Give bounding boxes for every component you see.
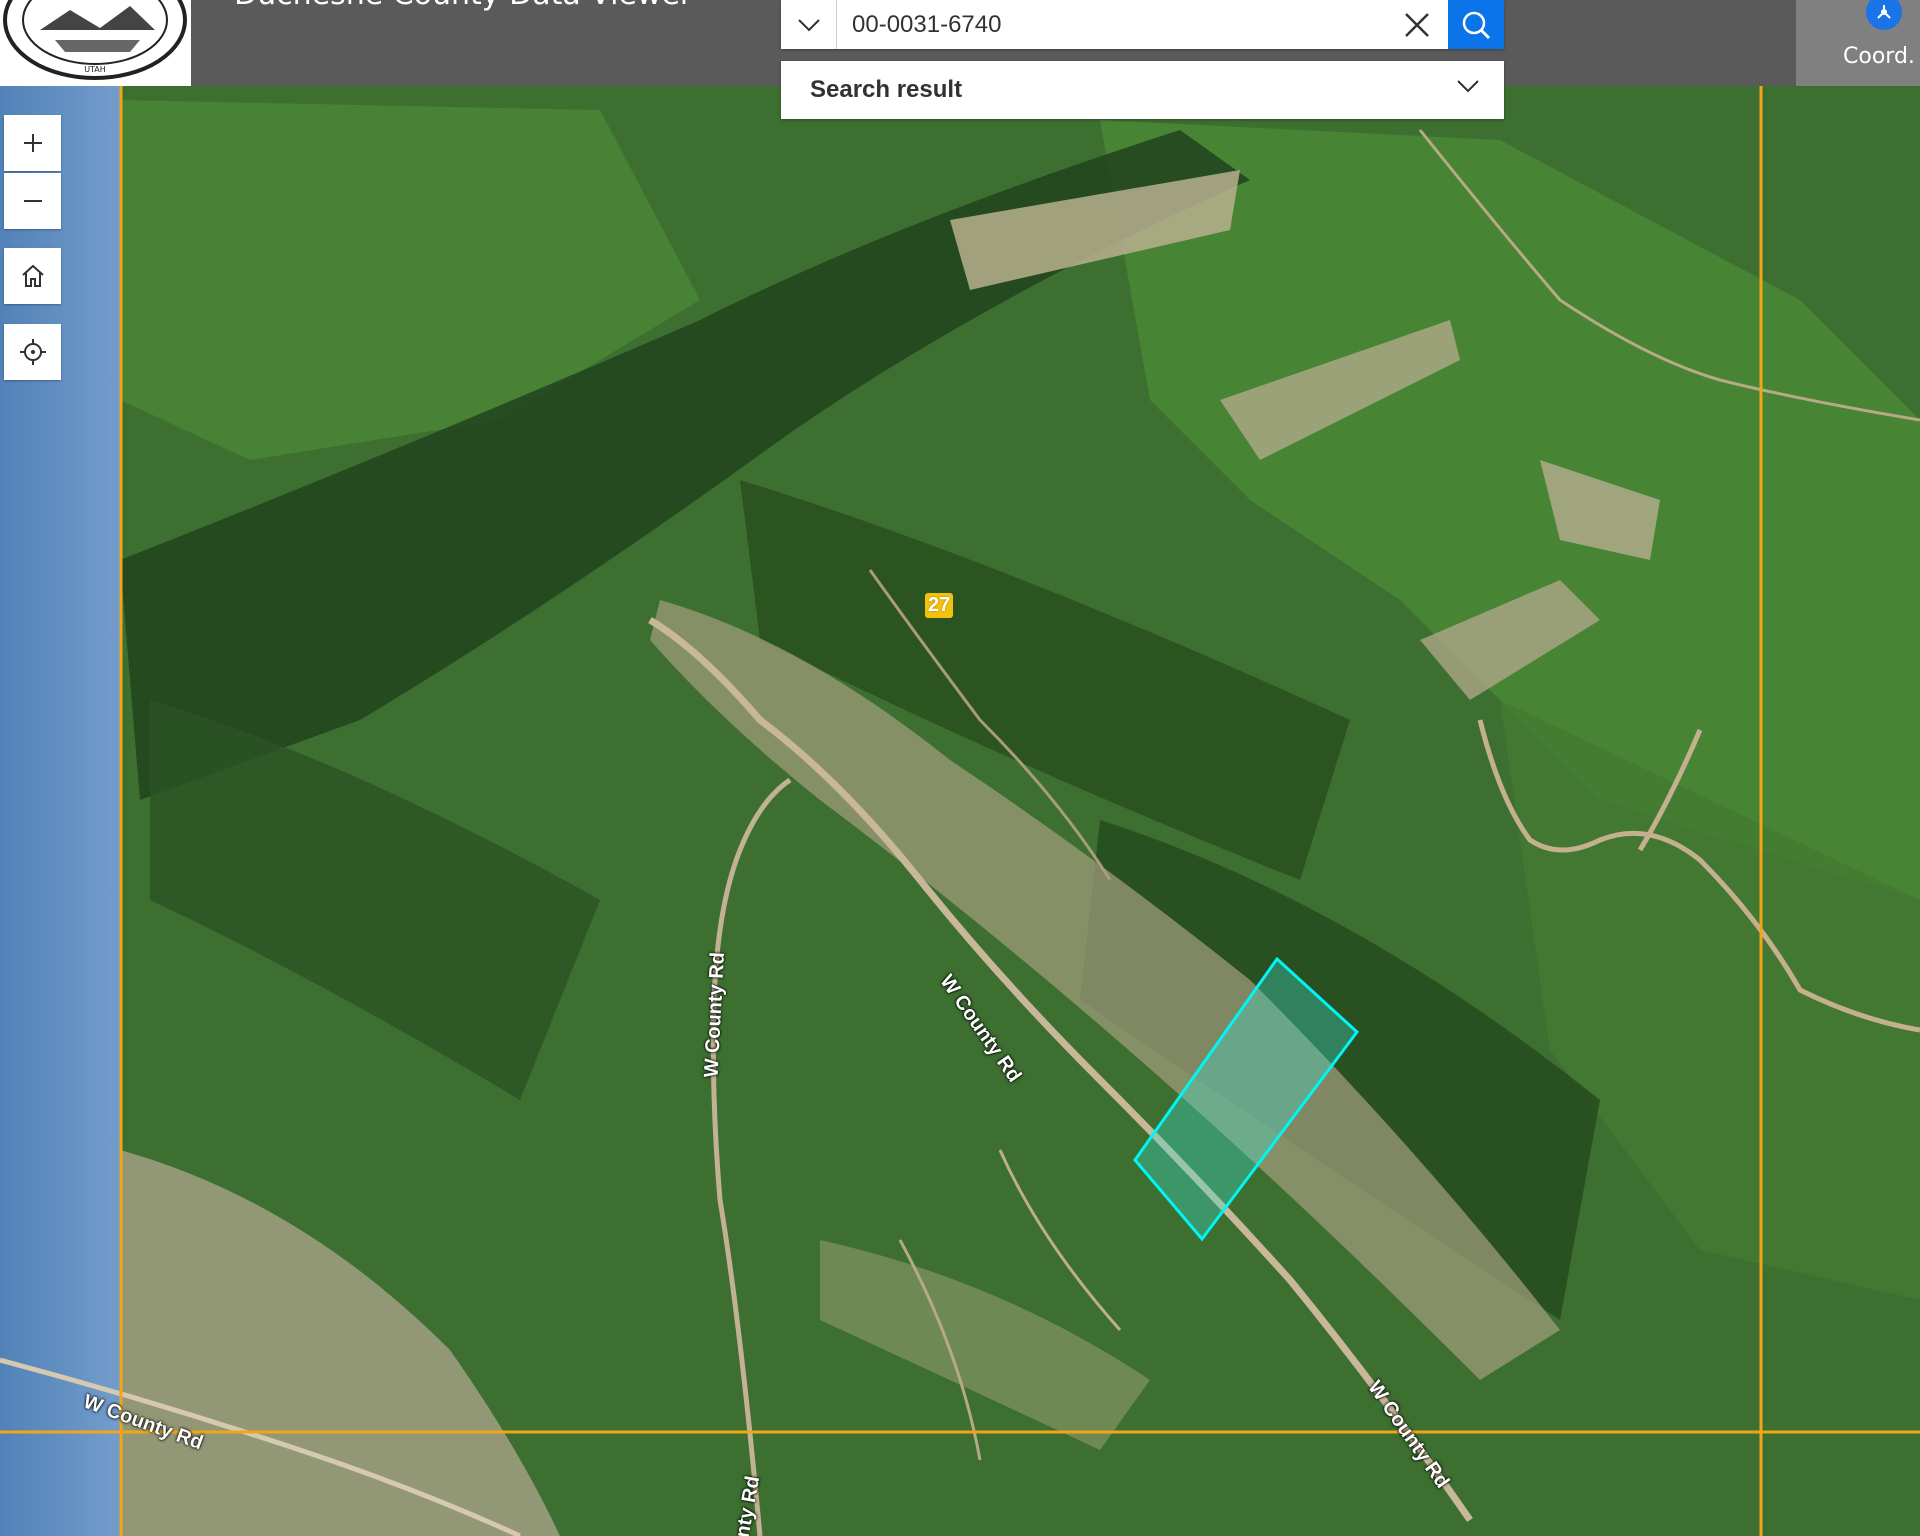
clear-search-button[interactable]	[1389, 0, 1445, 49]
minus-icon	[23, 200, 42, 202]
search-widget	[781, 0, 1504, 49]
map-view[interactable]: W County Rd W County Rd W County Rd W Co…	[0, 86, 1920, 1536]
search-icon	[1462, 11, 1491, 39]
search-input[interactable]	[837, 0, 1387, 49]
county-seal-logo: UTAH	[0, 0, 191, 86]
search-result-label: Search result	[810, 76, 963, 103]
chevron-down-icon	[797, 18, 820, 31]
locate-icon	[19, 339, 46, 365]
zoom-out-button[interactable]	[4, 173, 61, 229]
close-icon	[1405, 12, 1429, 37]
search-source-dropdown[interactable]	[781, 0, 837, 49]
app-title: Duchesne County Data Viewer	[234, 0, 692, 10]
locate-button[interactable]	[4, 324, 61, 380]
chevron-down-icon	[1457, 80, 1479, 93]
satellite-imagery	[0, 86, 1920, 1536]
home-icon	[21, 264, 44, 287]
section-number-label: 27	[925, 593, 954, 618]
plus-icon	[23, 134, 42, 152]
zoom-in-button[interactable]	[4, 115, 61, 171]
home-button[interactable]	[4, 248, 61, 304]
search-button[interactable]	[1448, 0, 1504, 49]
coordinate-label[interactable]: Coord.	[1843, 44, 1915, 69]
search-result-panel[interactable]: Search result	[781, 61, 1504, 119]
svg-text:UTAH: UTAH	[84, 65, 106, 74]
